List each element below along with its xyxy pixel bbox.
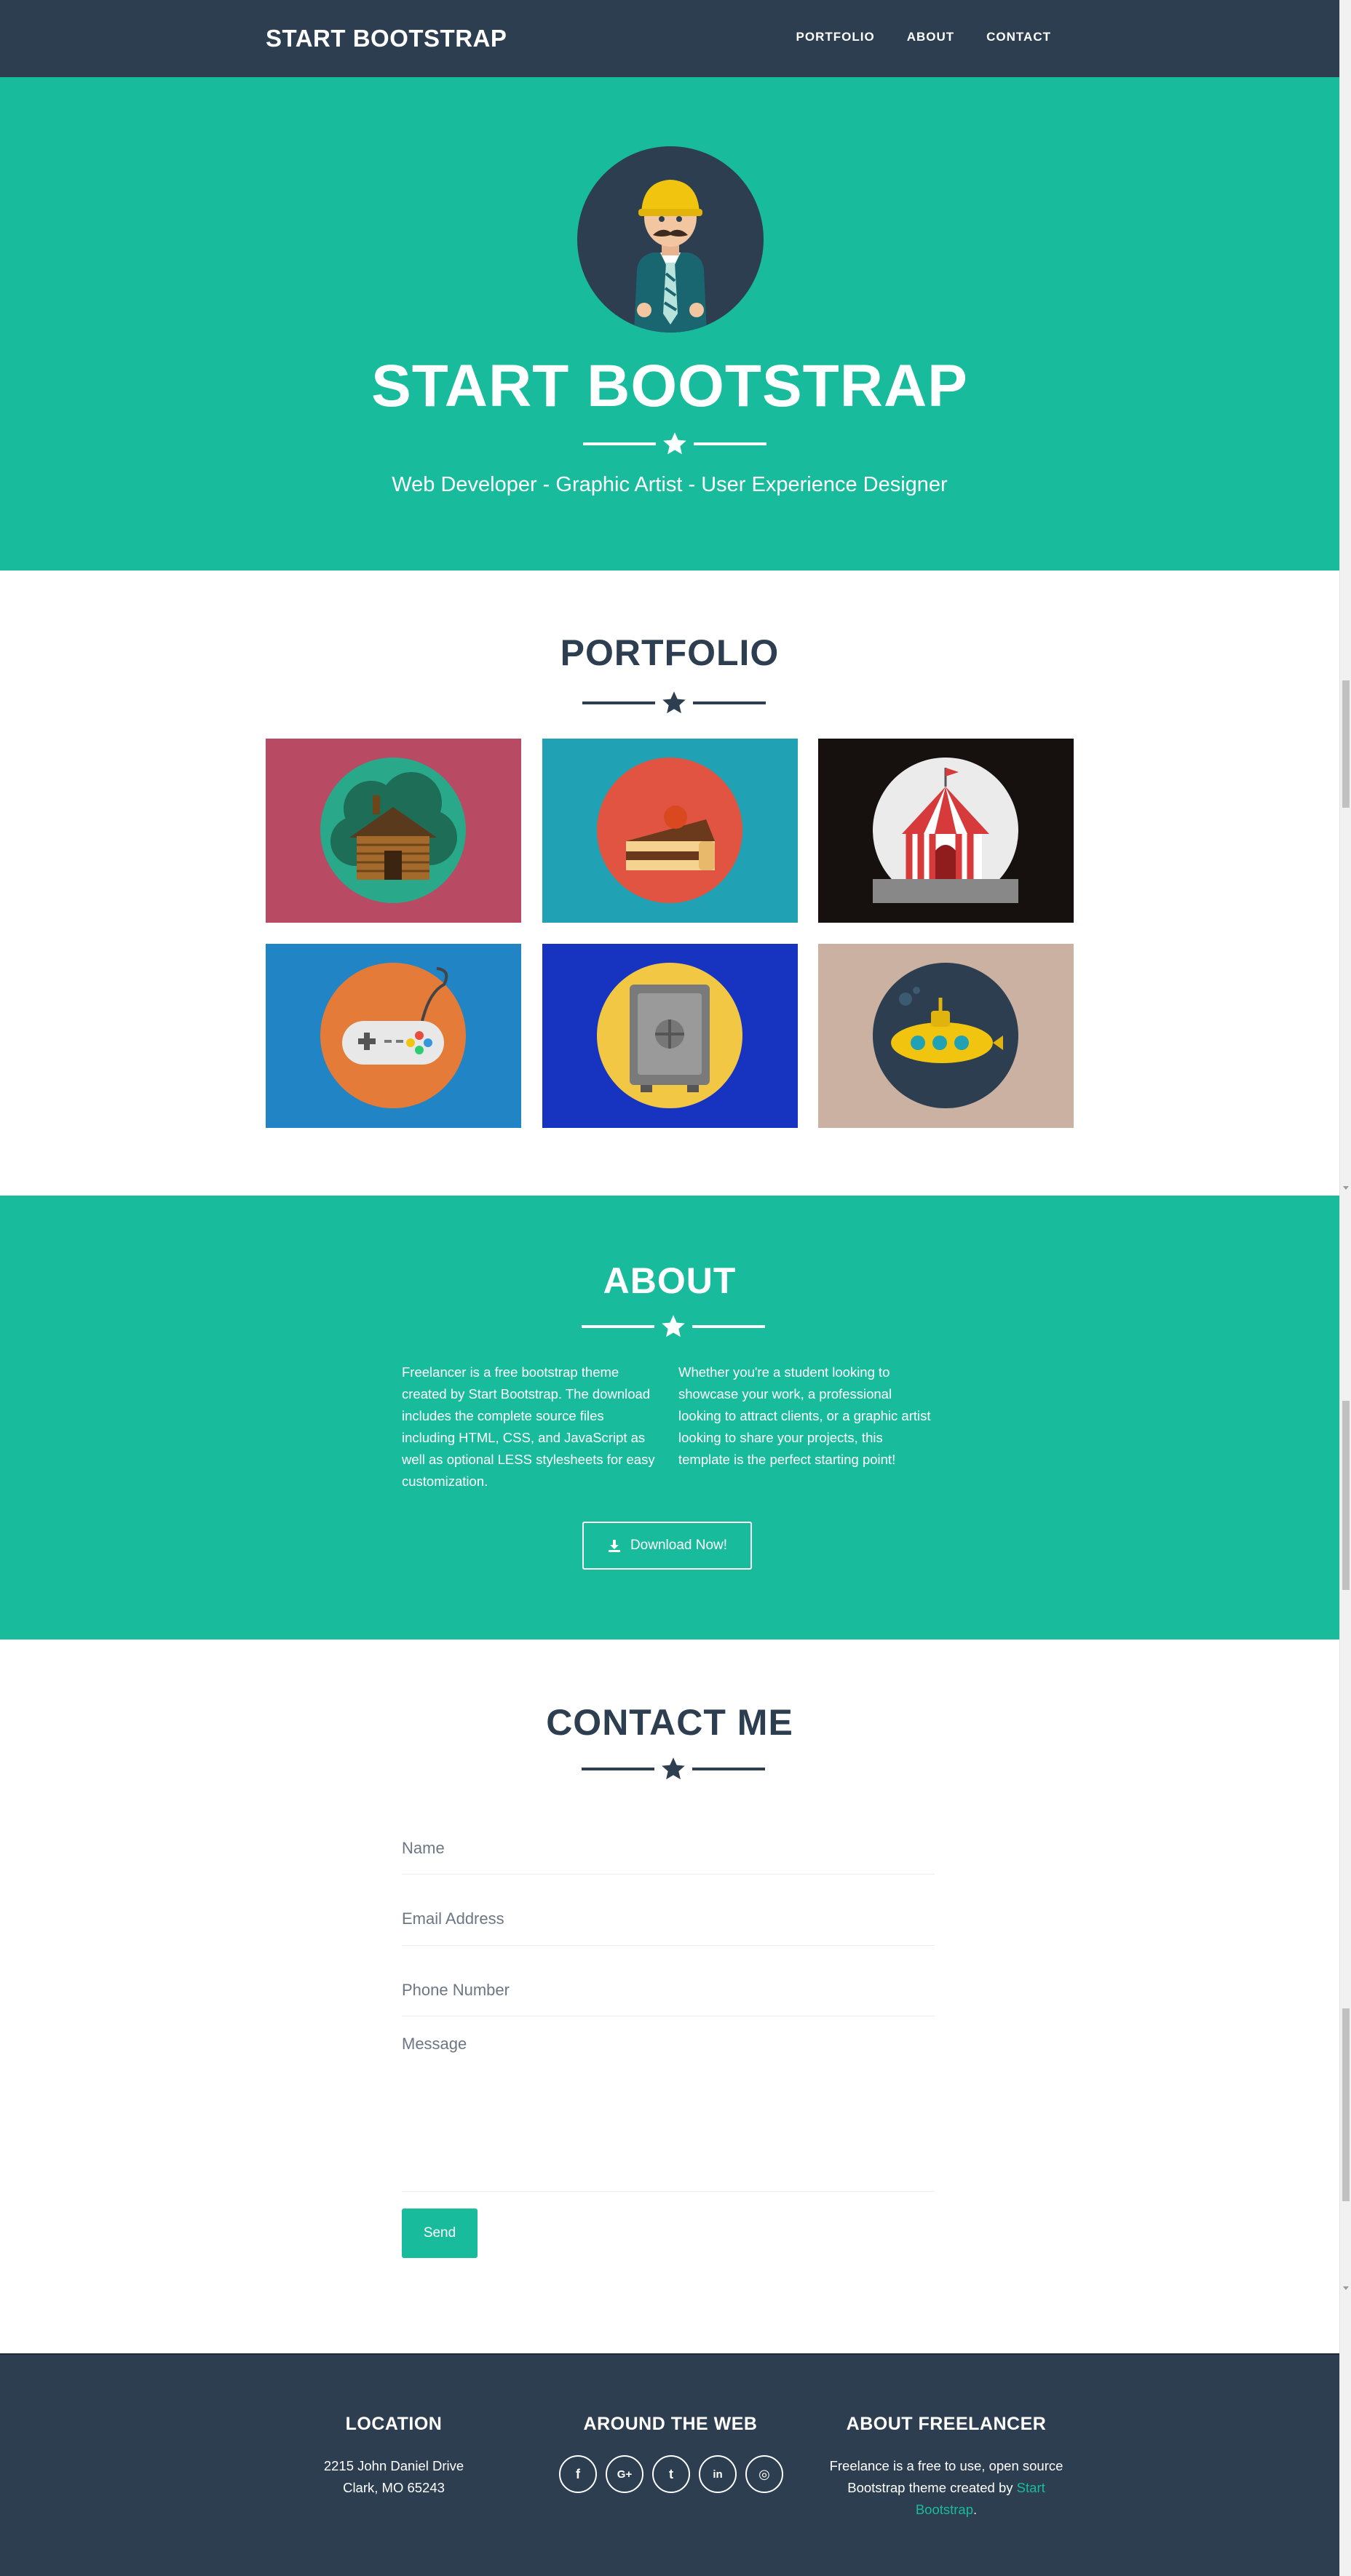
star-divider <box>583 429 766 458</box>
footer: LOCATION 2215 John Daniel Drive Clark, M… <box>0 2353 1339 2576</box>
scrollbar-thumb[interactable] <box>1342 2008 1350 2201</box>
developer-avatar-icon <box>577 146 764 333</box>
contact-title: CONTACT ME <box>546 1702 793 1743</box>
linkedin-icon[interactable]: in <box>699 2455 737 2493</box>
scrollbar[interactable] <box>1339 0 1351 2576</box>
download-icon <box>608 1540 620 1552</box>
google-plus-icon[interactable]: G+ <box>606 2455 643 2493</box>
footer-web-title: AROUND THE WEB <box>583 2414 758 2434</box>
footer-address: 2215 John Daniel Drive Clark, MO 65243 <box>266 2455 522 2499</box>
footer-about-text: Freelance is a free to use, open source … <box>818 2455 1074 2521</box>
star-icon <box>663 432 686 455</box>
nav-link-contact[interactable]: CONTACT <box>986 26 1051 48</box>
game-controller-icon <box>320 963 466 1108</box>
nav-link-portfolio[interactable]: PORTFOLIO <box>796 26 875 48</box>
email-input[interactable] <box>402 1875 935 1945</box>
portfolio-item-submarine[interactable] <box>818 944 1074 1128</box>
nav-link-about[interactable]: ABOUT <box>907 26 954 48</box>
safe-icon <box>597 963 742 1108</box>
email-field <box>402 1875 935 1946</box>
portfolio-item-cabin[interactable] <box>266 739 521 923</box>
portfolio-item-safe[interactable] <box>542 944 798 1128</box>
star-divider <box>582 688 766 717</box>
portfolio-item-cake[interactable] <box>542 739 798 923</box>
footer-about-title: ABOUT FREELANCER <box>846 2414 1047 2434</box>
facebook-icon[interactable]: f <box>559 2455 597 2493</box>
circus-tent-icon <box>873 758 1018 903</box>
send-button[interactable]: Send <box>402 2209 478 2258</box>
portfolio-title: PORTFOLIO <box>560 632 780 673</box>
name-input[interactable] <box>402 1805 935 1874</box>
address-line-1: 2215 John Daniel Drive <box>323 2458 464 2473</box>
footer-around-web: AROUND THE WEB <box>542 2412 799 2436</box>
about-section: ABOUT Freelancer is a free bootstrap the… <box>0 1196 1339 1639</box>
navbar: START BOOTSTRAP PORTFOLIO ABOUT CONTACT <box>0 0 1339 77</box>
scroll-down-arrow[interactable] <box>1343 1186 1349 1190</box>
twitter-icon[interactable]: t <box>652 2455 690 2493</box>
hero-subtitle: Web Developer - Graphic Artist - User Ex… <box>392 473 948 496</box>
cake-icon <box>597 758 742 903</box>
about-text-right: Whether you're a student looking to show… <box>678 1364 931 1467</box>
about-text-left: Freelancer is a free bootstrap theme cre… <box>402 1364 655 1489</box>
scrollbar-thumb[interactable] <box>1342 1401 1350 1590</box>
message-field <box>402 2017 935 2192</box>
name-field <box>402 1805 935 1875</box>
portfolio-item-controller[interactable] <box>266 944 521 1128</box>
hero-header: START BOOTSTRAP Web Developer - Graphic … <box>0 77 1339 571</box>
download-button[interactable]: Download Now! <box>582 1522 752 1570</box>
social-links: f G+ t in ◎ <box>559 2455 783 2493</box>
cabin-icon <box>320 758 466 903</box>
nav-links: PORTFOLIO ABOUT CONTACT <box>796 26 1051 48</box>
footer-location: LOCATION 2215 John Daniel Drive Clark, M… <box>266 2412 522 2499</box>
star-divider <box>582 1754 765 1784</box>
footer-about: ABOUT FREELANCER Freelance is a free to … <box>818 2412 1074 2521</box>
scroll-down-arrow[interactable] <box>1343 2286 1349 2290</box>
submarine-icon <box>873 963 1018 1108</box>
footer-location-title: LOCATION <box>345 2414 443 2434</box>
portfolio-item-circus[interactable] <box>818 739 1074 923</box>
download-button-label: Download Now! <box>630 1538 728 1553</box>
star-icon <box>662 1315 685 1337</box>
navbar-brand[interactable]: START BOOTSTRAP <box>266 22 507 55</box>
star-divider <box>582 1312 765 1341</box>
about-title: ABOUT <box>603 1260 737 1301</box>
star-icon <box>662 691 686 714</box>
scrollbar-thumb[interactable] <box>1342 680 1350 808</box>
star-icon <box>662 1757 685 1780</box>
phone-field <box>402 1947 935 2016</box>
dribbble-icon[interactable]: ◎ <box>745 2455 783 2493</box>
address-line-2: Clark, MO 65243 <box>343 2480 445 2495</box>
hero-title: START BOOTSTRAP <box>371 353 968 419</box>
phone-input[interactable] <box>402 1947 935 2016</box>
footer-about-end: . <box>973 2502 978 2517</box>
message-textarea[interactable] <box>402 2017 935 2191</box>
